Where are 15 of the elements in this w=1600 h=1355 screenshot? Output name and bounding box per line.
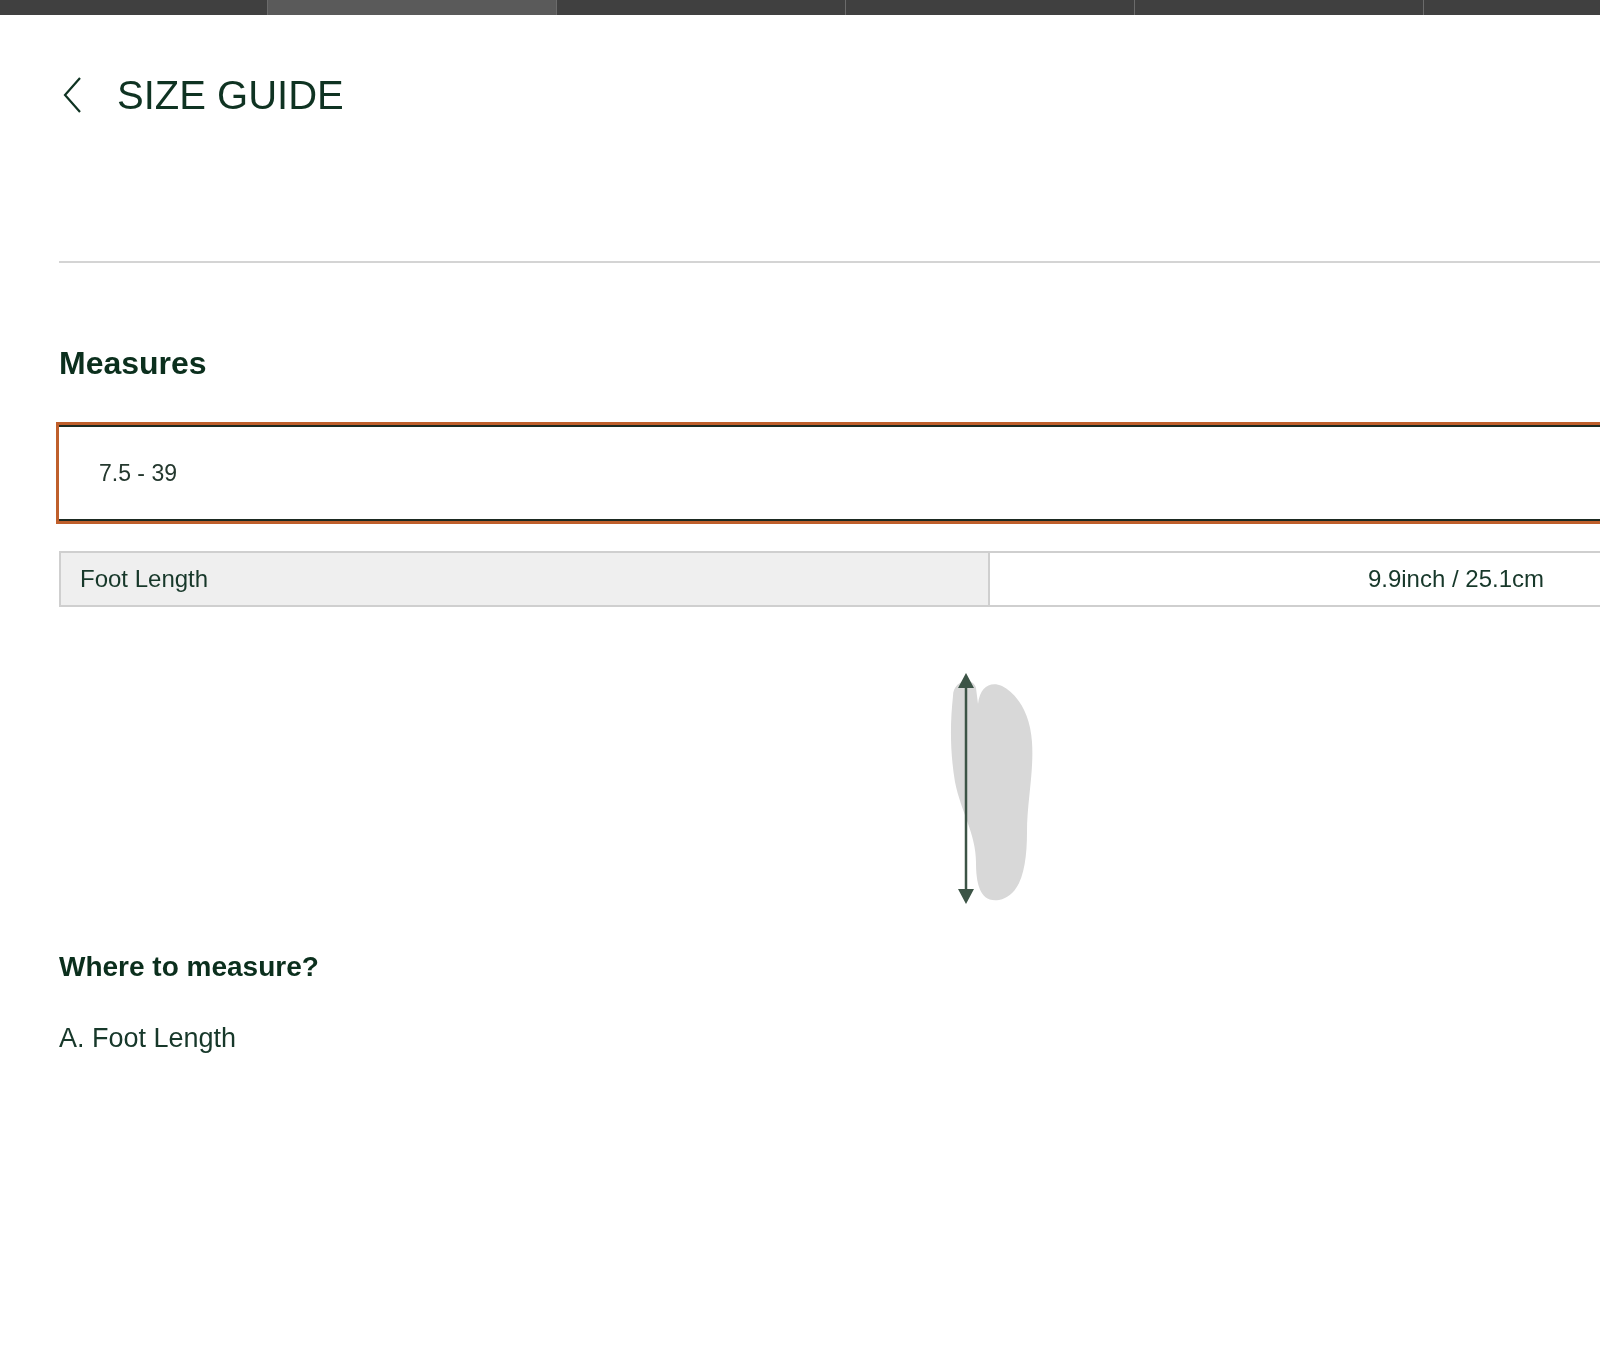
measure-value: 9.9inch / 25.1cm: [990, 551, 1600, 607]
tab-segment[interactable]: [557, 0, 845, 15]
section-heading: Measures: [59, 344, 208, 383]
tab-segment[interactable]: [1135, 0, 1423, 15]
tab-segment[interactable]: [846, 0, 1134, 15]
page-title: SIZE GUIDE: [117, 77, 344, 113]
tab-segment[interactable]: [1424, 0, 1600, 15]
size-select[interactable]: 7.5 - 39: [56, 422, 1600, 524]
measure-point: A. Foot Length: [59, 1022, 238, 1054]
tab-segment[interactable]: [268, 0, 556, 15]
section-heading: Where to measure?: [59, 950, 320, 984]
tab-segment[interactable]: [0, 0, 267, 15]
back-button[interactable]: [63, 77, 82, 113]
back-icon: [63, 77, 82, 113]
measure-label: Foot Length: [59, 551, 990, 607]
